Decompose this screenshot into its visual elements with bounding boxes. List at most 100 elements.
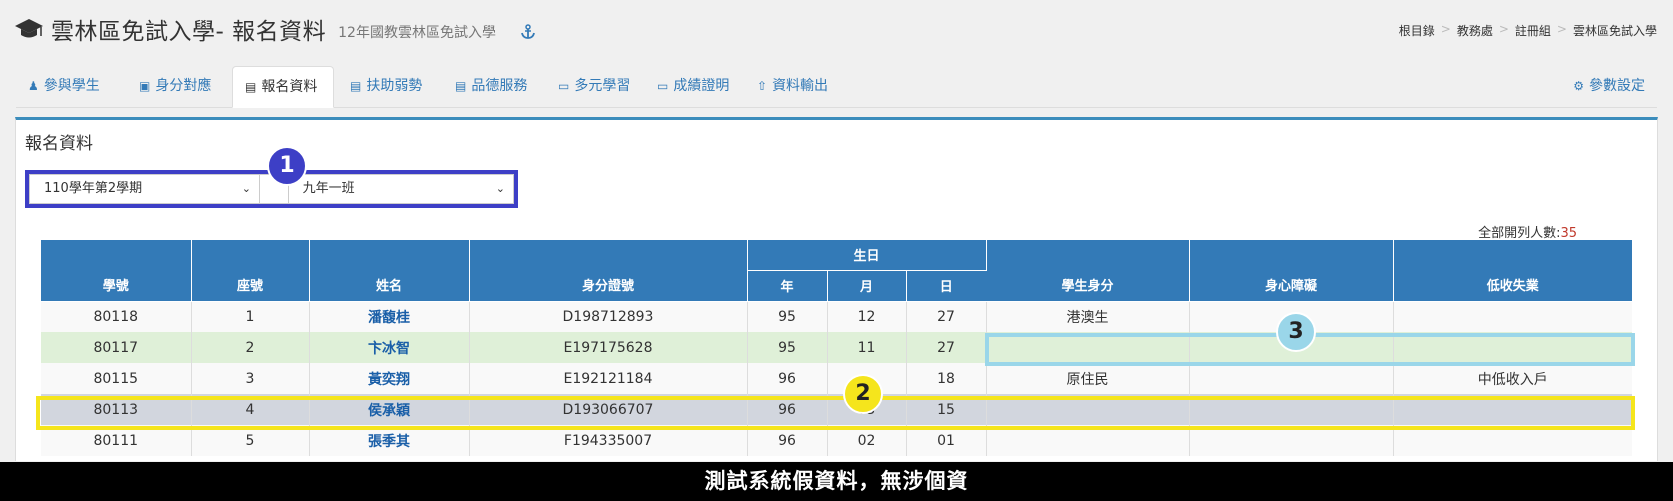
tab-diverse-learning[interactable]: ▭ 多元學習 xyxy=(546,66,642,108)
cell-day: 01 xyxy=(906,425,987,456)
tab-identity-mapping[interactable]: ▣ 身分對應 xyxy=(127,66,223,108)
cell-year: 96 xyxy=(747,394,828,425)
cell-identity[interactable] xyxy=(986,332,1190,363)
breadcrumb-separator: > xyxy=(1556,22,1567,36)
student-name-link[interactable]: 潘馥桂 xyxy=(368,310,410,326)
annotation-badge-1: 1 xyxy=(267,146,307,186)
student-name-link[interactable]: 侯承穎 xyxy=(368,403,410,419)
col-header-year: 年 xyxy=(747,270,828,302)
col-header-name[interactable]: 姓名 xyxy=(309,240,470,302)
cell-disability[interactable] xyxy=(1189,425,1394,456)
cell-name: 潘馥桂 xyxy=(309,301,470,332)
cell-name: 卞冰智 xyxy=(309,332,470,363)
cell-low-income[interactable] xyxy=(1393,301,1632,332)
semester-select[interactable]: 110學年第2學期 ⌄ xyxy=(29,174,261,204)
cell-low-income[interactable] xyxy=(1393,425,1632,456)
annotation-badge-2: 2 xyxy=(843,374,883,414)
cell-id-number: D193066707 xyxy=(469,394,748,425)
cell-year: 96 xyxy=(747,363,828,394)
student-name-link[interactable]: 張季其 xyxy=(368,434,410,450)
cell-seat: 5 xyxy=(191,425,310,456)
cell-id-number: D198712893 xyxy=(469,301,748,332)
tab-disadvantaged-aid[interactable]: ▤ 扶助弱勢 xyxy=(338,66,434,108)
upload-icon: ⇧ xyxy=(757,79,768,93)
cell-student-id: 80118 xyxy=(41,301,192,332)
cell-disability[interactable] xyxy=(1189,394,1394,425)
col-header-day: 日 xyxy=(906,270,986,302)
cell-day: 27 xyxy=(906,301,987,332)
cell-disability[interactable] xyxy=(1189,363,1394,394)
book-icon: ▭ xyxy=(657,79,669,93)
graduation-cap-icon xyxy=(15,19,43,38)
tab-registration-data[interactable]: ▤ 報名資料 xyxy=(232,66,334,108)
cell-seat: 1 xyxy=(191,301,310,332)
id-badge-icon: ▣ xyxy=(139,79,151,93)
tab-participating-students[interactable]: ♟ 參與學生 xyxy=(16,66,112,108)
cell-student-id: 80113 xyxy=(41,394,192,425)
anchor-icon[interactable] xyxy=(520,24,536,40)
chevron-down-icon: ⌄ xyxy=(241,182,252,195)
annotation-badge-3: 3 xyxy=(1276,312,1316,352)
cell-name: 黃奕翔 xyxy=(309,363,470,394)
tab-settings[interactable]: ⚙ 參數設定 xyxy=(1561,66,1657,108)
page-header: 雲林區免試入學- 報名資料 12年國教雲林區免試入學 根目錄 > 教務處 > 註冊組… xyxy=(0,0,1673,58)
id-card-icon: ▤ xyxy=(245,80,257,94)
cell-low-income[interactable]: 中低收入戶 xyxy=(1393,363,1632,394)
tab-conduct-service[interactable]: ▤ 品德服務 xyxy=(443,66,539,108)
student-count: 全部開列人數:35 xyxy=(1478,226,1577,241)
cell-low-income[interactable] xyxy=(1393,332,1632,363)
cell-identity[interactable]: 原住民 xyxy=(986,363,1190,394)
cell-seat: 3 xyxy=(191,363,310,394)
class-select[interactable]: 九年一班 ⌄ xyxy=(287,174,514,204)
col-header-student-id[interactable]: 學號 xyxy=(41,240,192,302)
breadcrumb-separator: > xyxy=(1440,22,1451,36)
cell-month: 02 xyxy=(827,425,907,456)
book-icon: ▭ xyxy=(558,79,570,93)
cell-seat: 2 xyxy=(191,332,310,363)
cell-name: 侯承穎 xyxy=(309,394,470,425)
registration-table: 學號 座號 姓名 身分證號 生日 學生身分 身心障礙 低收失業 年 月 日 80… xyxy=(41,240,1632,456)
student-name-link[interactable]: 卞冰智 xyxy=(368,341,410,357)
col-header-identity[interactable]: 學生身分 xyxy=(986,240,1190,302)
cell-id-number: E192121184 xyxy=(469,363,748,394)
cell-day: 15 xyxy=(906,394,987,425)
col-header-disability[interactable]: 身心障礙 xyxy=(1189,240,1394,302)
table-row: 80115 3 黃奕翔 E192121184 96 18 原住民 中低收入戶 xyxy=(41,363,1632,394)
col-header-id-number[interactable]: 身分證號 xyxy=(469,240,748,302)
tab-data-export[interactable]: ⇧ 資料輸出 xyxy=(745,66,840,108)
cell-seat: 4 xyxy=(191,394,310,425)
gear-icon: ⚙ xyxy=(1573,79,1584,93)
cell-year: 96 xyxy=(747,425,828,456)
cell-student-id: 80111 xyxy=(41,425,192,456)
col-header-low-income[interactable]: 低收失業 xyxy=(1393,240,1632,302)
breadcrumb: 根目錄 > 教務處 > 註冊組 > 雲林區免試入學 xyxy=(1399,22,1657,39)
breadcrumb-root[interactable]: 根目錄 xyxy=(1399,22,1435,39)
page-title: 雲林區免試入學- 報名資料 xyxy=(51,19,327,45)
page-subtitle: 12年國教雲林區免試入學 xyxy=(338,24,496,41)
student-count-value: 35 xyxy=(1560,226,1577,241)
cell-identity[interactable] xyxy=(986,394,1190,425)
id-card-icon: ▤ xyxy=(350,79,362,93)
cell-month: 12 xyxy=(827,301,907,332)
panel-title: 報名資料 xyxy=(25,134,93,154)
cell-student-id: 80117 xyxy=(41,332,192,363)
tab-bar: ♟ 參與學生 ▣ 身分對應 ▤ 報名資料 ▤ 扶助弱勢 ▤ 品德服務 ▭ 多元學習 ▭ 成績證… xyxy=(16,66,1657,108)
table-row: 80111 5 張季其 F194335007 96 02 01 xyxy=(41,425,1632,456)
cell-low-income[interactable] xyxy=(1393,394,1632,425)
col-header-month: 月 xyxy=(827,270,907,302)
app-title: 雲林區免試入學- 報名資料 12年國教雲林區免試入學 xyxy=(14,12,536,46)
col-header-birthday: 生日 xyxy=(747,240,987,271)
tab-grade-certificate[interactable]: ▭ 成績證明 xyxy=(645,66,741,108)
table-row: 80113 4 侯承穎 D193066707 96 05 15 xyxy=(41,394,1632,425)
cell-month: 11 xyxy=(827,332,907,363)
student-name-link[interactable]: 黃奕翔 xyxy=(368,372,410,388)
id-card-icon: ▤ xyxy=(455,79,467,93)
col-header-seat[interactable]: 座號 xyxy=(191,240,310,302)
breadcrumb-registry[interactable]: 註冊組 xyxy=(1515,22,1551,39)
cell-identity[interactable]: 港澳生 xyxy=(986,301,1190,332)
table-row: 80118 1 潘馥桂 D198712893 95 12 27 港澳生 xyxy=(41,301,1632,332)
cell-identity[interactable] xyxy=(986,425,1190,456)
cell-year: 95 xyxy=(747,332,828,363)
breadcrumb-academic[interactable]: 教務處 xyxy=(1457,22,1493,39)
cell-year: 95 xyxy=(747,301,828,332)
